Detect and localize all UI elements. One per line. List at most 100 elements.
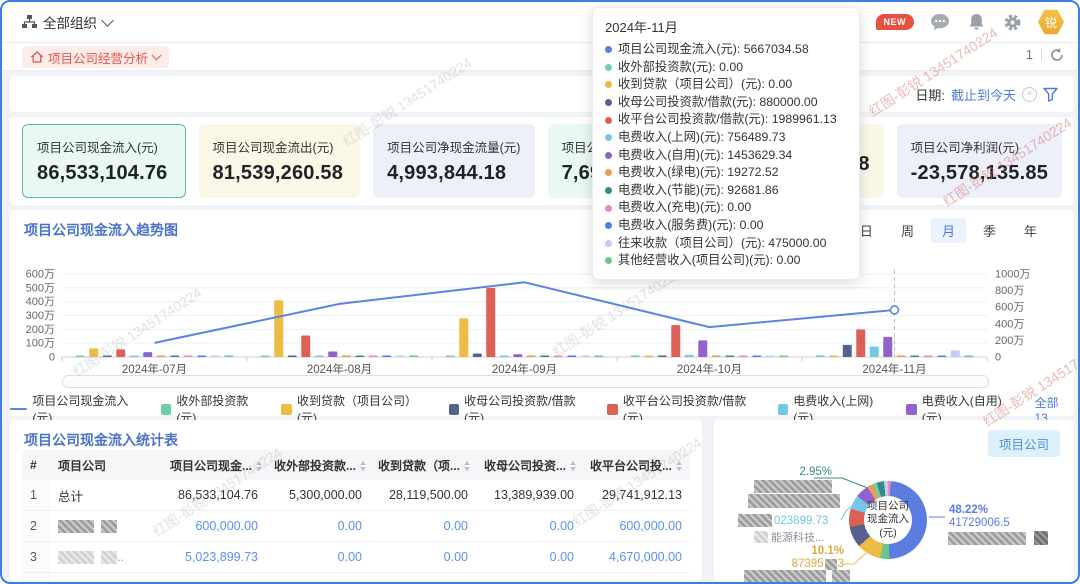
divider xyxy=(1041,48,1042,61)
sort-icon[interactable] xyxy=(360,461,366,471)
tooltip-items: 项目公司现金流入(元): 5667034.58收外部投资款(元): 0.00收到… xyxy=(605,41,847,270)
tab-label: 项目公司经营分析 xyxy=(48,48,148,67)
value-cell[interactable]: 0.00 xyxy=(266,542,370,573)
kpi-card[interactable]: 项目公司现金流入(元)86,533,104.76 xyxy=(22,124,186,198)
svg-text:0: 0 xyxy=(995,352,1001,364)
sort-icon[interactable] xyxy=(256,461,262,471)
value-cell[interactable]: 4,670,000.00 xyxy=(582,542,690,573)
table-row: 3..5,023,899.730.000.000.004,670,000.00 xyxy=(22,542,690,573)
refresh-icon[interactable] xyxy=(1050,48,1064,62)
censored-text xyxy=(58,520,94,533)
tooltip-item: 电费收入(绿电)(元): 19272.52 xyxy=(605,164,847,182)
sort-icon[interactable] xyxy=(464,461,470,471)
tooltip-item: 电费收入(充电)(元): 0.00 xyxy=(605,199,847,217)
row-index: 4 xyxy=(22,573,50,583)
value-cell[interactable]: 0.00 xyxy=(476,573,582,583)
table-column-header[interactable]: 收到贷款（项... xyxy=(370,450,476,480)
org-selector[interactable]: 全部组织 xyxy=(22,2,112,42)
svg-text:2024年-09月: 2024年-09月 xyxy=(492,362,557,376)
tooltip-item: 电费收入(节能)(元): 92681.86 xyxy=(605,182,847,200)
series-dot xyxy=(605,81,612,88)
chart-scrollbar[interactable] xyxy=(62,375,989,388)
series-dot xyxy=(605,257,612,264)
censored-text xyxy=(832,570,850,582)
bell-icon[interactable] xyxy=(966,12,986,32)
value-cell[interactable]: 200,000.00 xyxy=(582,573,690,583)
date-filter-value[interactable]: 截止到今天 xyxy=(951,85,1016,104)
trend-chart-card: 项目公司现金流入趋势图 日周月季年 0100万200万300万400万500万6… xyxy=(10,210,1074,416)
gear-icon[interactable] xyxy=(1002,12,1022,32)
table-column-header[interactable]: 收母公司投资... xyxy=(476,450,582,480)
value-cell[interactable]: 600,000.00 xyxy=(582,511,690,542)
value-cell[interactable]: 600,000.00 xyxy=(162,511,266,542)
value-cell[interactable]: 0.00 xyxy=(370,573,476,583)
sort-icon[interactable] xyxy=(676,461,682,471)
value-cell[interactable]: 0.00 xyxy=(476,542,582,573)
company-chip[interactable]: 项目公司 xyxy=(988,430,1060,457)
series-dot xyxy=(605,240,612,247)
date-filter: 日期: 截止到今天 × xyxy=(915,76,1058,112)
table-column-header: # xyxy=(22,450,50,480)
kpi-label: 项目公司净利润(元) xyxy=(911,137,1048,156)
value-cell[interactable]: 0.00 xyxy=(266,573,370,583)
tooltip-item: 电费收入(上网)(元): 756489.73 xyxy=(605,129,847,147)
value-cell: 29,741,912.13 xyxy=(582,480,690,511)
svg-text:600万: 600万 xyxy=(26,269,55,281)
value-cell[interactable]: 5,023,899.73 xyxy=(162,542,266,573)
filter-funnel-icon[interactable] xyxy=(1043,87,1058,102)
tab-project-analysis[interactable]: 项目公司经营分析 xyxy=(22,46,169,68)
chevron-down-icon xyxy=(152,51,162,61)
censored-text xyxy=(748,494,840,508)
tooltip-title: 2024年-11月 xyxy=(605,17,847,36)
new-badge[interactable]: NEW xyxy=(876,14,915,30)
value-cell: 86,533,104.76 xyxy=(162,480,266,511)
series-dot xyxy=(605,64,612,71)
table-row: 4...200,000.000.000.000.00200,000.00 xyxy=(22,573,690,583)
value-cell[interactable]: 0.00 xyxy=(370,511,476,542)
chart-tooltip: 2024年-11月 项目公司现金流入(元): 5667034.58收外部投资款(… xyxy=(592,7,860,280)
censored-text xyxy=(754,531,768,543)
table-column-header[interactable]: 收外部投资款... xyxy=(266,450,370,480)
donut-callout-value-prefix: 87395 xyxy=(792,558,824,570)
series-dot xyxy=(605,134,612,141)
donut-chart[interactable]: 项目公司现金流入(元) xyxy=(849,481,927,559)
value-cell: 5,300,000.00 xyxy=(266,480,370,511)
svg-text:1000万: 1000万 xyxy=(995,269,1030,281)
donut-callout-pct: 48.22% xyxy=(949,504,988,516)
kpi-label: 项目公司现金流入(元) xyxy=(37,137,171,156)
value-cell[interactable]: 0.00 xyxy=(266,511,370,542)
value-cell[interactable]: 200,000.00 xyxy=(162,573,266,583)
svg-text:600万: 600万 xyxy=(995,302,1024,314)
donut-callout-pct: 10.1% xyxy=(774,545,844,557)
sort-icon[interactable] xyxy=(570,461,576,471)
donut-callout-value: 41729006.5 xyxy=(949,517,1010,529)
tab-bar: 项目公司经营分析 1 xyxy=(2,43,1078,71)
value-cell[interactable]: 0.00 xyxy=(370,542,476,573)
series-dot xyxy=(605,222,612,229)
stats-table-card: 项目公司现金流入统计表 #项目公司项目公司现金...收外部投资款...收到贷款（… xyxy=(10,420,702,582)
tooltip-item: 收外部投资款(元): 0.00 xyxy=(605,59,847,77)
legend-square-symbol xyxy=(607,404,618,415)
donut-callout-sub: 能源科技... xyxy=(771,529,824,545)
donut-center-label: 项目公司现金流入(元) xyxy=(864,500,912,539)
avatar[interactable]: 锐 xyxy=(1038,9,1064,35)
svg-text:300万: 300万 xyxy=(26,310,55,322)
svg-text:2024年-07月: 2024年-07月 xyxy=(122,362,187,376)
table-column-header[interactable]: 项目公司现金... xyxy=(162,450,266,480)
value-cell[interactable]: 0.00 xyxy=(476,511,582,542)
kpi-card[interactable]: 项目公司净现金流量(元)4,993,844.18 xyxy=(373,124,535,198)
svg-text:2024年-08月: 2024年-08月 xyxy=(307,362,372,376)
company-name-cell: ... xyxy=(50,573,162,583)
svg-text:800万: 800万 xyxy=(995,285,1024,297)
kpi-value: -23,578,135.85 xyxy=(911,162,1048,185)
kpi-row: 项目公司现金流入(元)86,533,104.76项目公司现金流出(元)81,53… xyxy=(22,124,1062,198)
svg-text:100万: 100万 xyxy=(26,338,55,350)
legend-square-symbol xyxy=(281,404,292,415)
kpi-card[interactable]: 项目公司现金流出(元)81,539,260.58 xyxy=(199,124,361,198)
donut-callout-pct: 2.95% xyxy=(774,466,832,478)
clear-filter-icon[interactable]: × xyxy=(1022,87,1037,102)
kpi-card[interactable]: 项目公司净利润(元) -23,578,135.85 xyxy=(897,124,1062,198)
table-column-header[interactable]: 收平台公司投... xyxy=(582,450,690,480)
table-row: 2600,000.000.000.000.00600,000.00 xyxy=(22,511,690,542)
chat-icon[interactable] xyxy=(930,12,950,32)
